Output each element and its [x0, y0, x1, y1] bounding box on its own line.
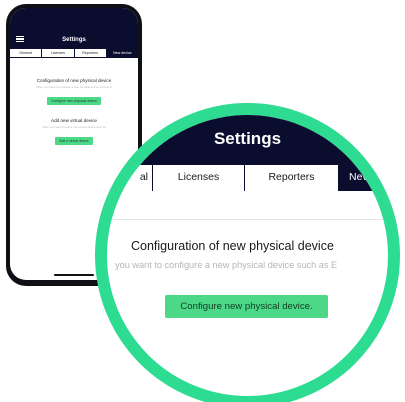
- zoomed-tab-licenses[interactable]: Licenses: [153, 165, 245, 191]
- zoomed-physical-device-description: you want to configure a new physical dev…: [115, 260, 338, 270]
- zoomed-tab-new-device[interactable]: Nev: [339, 165, 388, 191]
- physical-device-section: Configuration of new physical device Whe…: [10, 78, 138, 107]
- configure-physical-device-button[interactable]: Configure new physical device: [47, 97, 101, 105]
- tab-reporters[interactable]: Reporters: [74, 49, 107, 57]
- zoomed-page-title: Settings: [213, 129, 282, 148]
- physical-device-description: When you want to configure a new physica…: [36, 85, 112, 89]
- page-title: Settings: [62, 37, 86, 43]
- zoomed-screen: Settings al Licenses Reporters Nev Confi…: [107, 115, 388, 396]
- tab-new-device[interactable]: New device: [106, 49, 138, 57]
- physical-device-heading: Configuration of new physical device: [36, 78, 112, 83]
- tab-licenses[interactable]: Licenses: [42, 49, 75, 57]
- add-virtual-device-button[interactable]: Add a virtual device: [55, 137, 93, 145]
- zoom-magnifier: Settings al Licenses Reporters Nev Confi…: [95, 103, 400, 402]
- zoomed-tab-reporters[interactable]: Reporters: [245, 165, 339, 191]
- tab-general[interactable]: General: [10, 49, 43, 57]
- phone-header: Settings: [10, 8, 138, 49]
- zoomed-tab-bar: al Licenses Reporters Nev: [107, 165, 388, 191]
- zoomed-configure-physical-device-button[interactable]: Configure new physical device.: [165, 295, 328, 318]
- divider: [107, 219, 388, 220]
- tab-bar: General Licenses Reporters New device: [10, 49, 138, 58]
- home-indicator: [54, 274, 94, 276]
- zoomed-physical-device-heading: Configuration of new physical device: [131, 239, 334, 253]
